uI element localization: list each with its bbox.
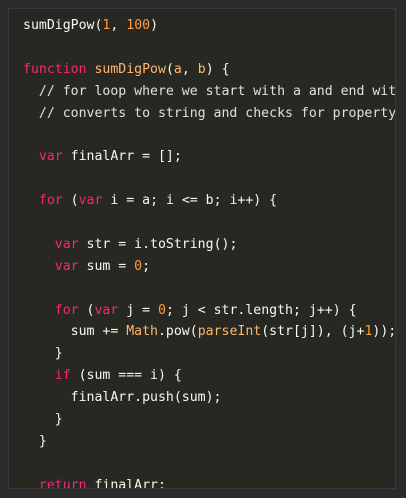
code-token: finalArr; xyxy=(86,477,166,489)
code-token: (str[j]), (j+ xyxy=(261,324,365,340)
code-token: // converts to string and checks for pro… xyxy=(23,105,396,121)
code-token: } xyxy=(23,433,47,449)
code-token: finalArr.push(sum); xyxy=(23,390,222,406)
code-token: return xyxy=(38,477,87,489)
code-line: sum += Math.pow(parseInt(str[j]), (j+1))… xyxy=(23,321,396,343)
code-token: var xyxy=(38,149,63,165)
code-line: if (sum === i) { xyxy=(23,365,395,387)
code-token: ) xyxy=(150,18,159,33)
code-token: function xyxy=(23,61,95,77)
code-token: ( xyxy=(78,302,95,318)
code-token: } xyxy=(23,412,63,428)
code-token: for xyxy=(38,193,63,209)
code-token: , xyxy=(110,18,127,33)
code-token: // for loop where we start with a and en… xyxy=(23,83,396,99)
code-line: // converts to string and checks for pro… xyxy=(23,103,396,125)
code-token: str = i.toString(); xyxy=(78,236,238,252)
code-block: sumDigPow(1, 100) function sumDigPow(a, … xyxy=(23,15,396,489)
code-token: sum = xyxy=(78,258,135,274)
code-token: if xyxy=(54,368,71,384)
code-line: } xyxy=(23,431,395,453)
code-token: finalArr = []; xyxy=(62,149,182,165)
code-token: j = xyxy=(118,302,159,318)
code-token: i = a; i <= b; i++) { xyxy=(102,193,278,209)
code-token: var xyxy=(78,193,103,209)
code-token: sum += xyxy=(23,324,127,340)
code-token: , xyxy=(181,61,198,77)
code-line: finalArr.push(sum); xyxy=(23,387,395,409)
code-token: parseInt xyxy=(197,324,262,340)
code-token: 0 xyxy=(134,258,143,274)
code-token: 100 xyxy=(126,18,151,33)
code-line: sumDigPow(1, 100) xyxy=(23,15,395,37)
code-token: sumDigPow( xyxy=(23,18,103,33)
code-line: var str = i.toString(); xyxy=(23,234,395,256)
code-line: } xyxy=(23,409,395,431)
code-token: sumDigPow xyxy=(94,61,166,77)
code-line: var finalArr = []; xyxy=(23,146,395,168)
code-token: for xyxy=(54,302,79,318)
code-token: var xyxy=(54,258,79,274)
code-editor[interactable]: sumDigPow(1, 100) function sumDigPow(a, … xyxy=(8,8,396,489)
code-line: } xyxy=(23,343,395,365)
screenshot-frame: sumDigPow(1, 100) function sumDigPow(a, … xyxy=(0,0,406,498)
code-token: ; xyxy=(142,258,151,274)
code-token: a xyxy=(173,61,182,77)
code-token: b xyxy=(197,61,206,77)
code-line: // for loop where we start with a and en… xyxy=(23,81,396,103)
code-token: (sum === i) { xyxy=(70,368,182,384)
code-token: ( xyxy=(62,193,79,209)
code-token: .pow( xyxy=(157,324,198,340)
code-token: ( xyxy=(165,61,174,77)
code-token: var xyxy=(94,302,119,318)
code-token: 0 xyxy=(158,302,166,318)
code-line: for (var i = a; i <= b; i++) { xyxy=(23,190,395,212)
code-token: var xyxy=(54,236,79,252)
code-token: ) { xyxy=(205,61,230,77)
code-token: )); xyxy=(372,324,396,340)
code-token: } xyxy=(23,346,63,362)
code-line: for (var j = 0; j < str.length; j++) { xyxy=(23,300,395,322)
code-line: var sum = 0; xyxy=(23,256,395,278)
code-line: return finalArr; xyxy=(23,475,395,489)
code-token: Math xyxy=(126,324,158,340)
code-line: function sumDigPow(a, b) { xyxy=(23,59,395,81)
code-token: ; j < str.length; j++) { xyxy=(165,302,357,318)
